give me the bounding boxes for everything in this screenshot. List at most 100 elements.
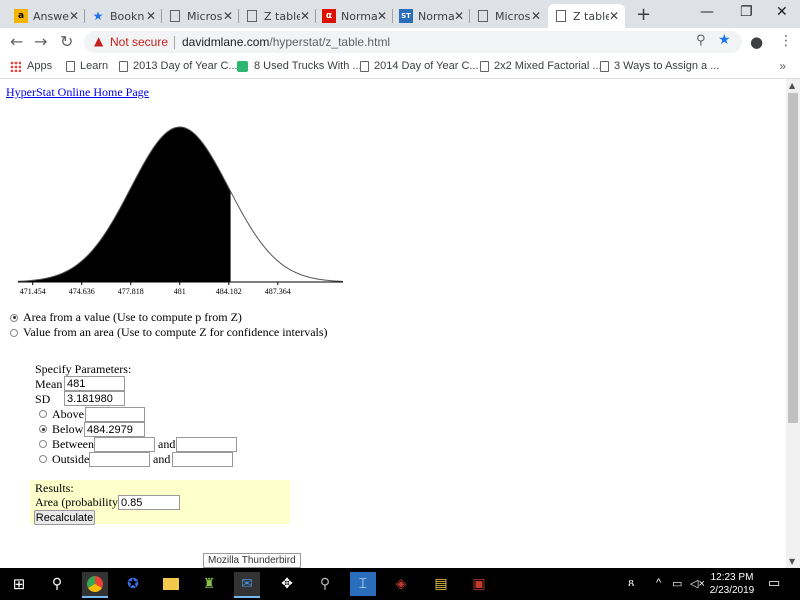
mode-area-from-value[interactable]: Area from a value (Use to compute p from… — [10, 310, 242, 325]
bookmark-label: 2x2 Mixed Factorial ... — [494, 60, 602, 72]
tab-z-table[interactable]: Z table ✕ — [239, 4, 316, 28]
thunderbird-icon[interactable]: ✉ — [234, 572, 260, 598]
sd-label: SD — [35, 392, 51, 406]
bookmark-2014-day[interactable]: 2014 Day of Year C... — [360, 60, 479, 72]
home-page-link[interactable]: HyperStat Online Home Page — [6, 85, 149, 100]
chrome-icon[interactable] — [82, 572, 108, 598]
sd-input[interactable]: 3.181980 — [64, 391, 125, 406]
radio-area-from-value[interactable] — [10, 313, 18, 322]
account-icon[interactable]: ● — [750, 33, 763, 51]
bookmark-learn[interactable]: Learn — [66, 60, 108, 72]
bookmark-3-ways[interactable]: 3 Ways to Assign a ... — [600, 60, 719, 72]
tooltip: Mozilla Thunderbird — [203, 553, 301, 568]
menu-icon[interactable]: ⋮ — [779, 33, 793, 49]
bookmarks-overflow-button[interactable]: » — [779, 59, 786, 73]
app-icon[interactable]: ⌶ — [350, 572, 376, 596]
radio-above[interactable] — [39, 410, 47, 418]
close-icon[interactable]: ✕ — [531, 9, 541, 23]
back-icon[interactable]: ← — [10, 32, 23, 51]
maximize-button[interactable]: ❐ — [740, 4, 753, 20]
scroll-thumb[interactable] — [788, 93, 798, 423]
app-icon[interactable]: ♜ — [196, 572, 222, 596]
radio-outside[interactable] — [39, 455, 47, 463]
area-output[interactable]: 0.85 — [118, 495, 180, 510]
app-icon[interactable]: ◈ — [388, 572, 414, 596]
bookmark-used-trucks[interactable]: 8 Used Trucks With ... — [237, 60, 362, 72]
tab-z-table-active[interactable]: Z table ✕ — [548, 4, 625, 28]
people-icon[interactable]: ጸ — [628, 577, 634, 590]
radio-value-from-area[interactable] — [10, 328, 18, 337]
address-bar[interactable]: ▲ Not secure davidmlane.com/hyperstat/z_… — [84, 31, 742, 53]
tab-label: Answe — [33, 9, 69, 23]
tab-label: Z table — [264, 9, 300, 23]
document-icon — [480, 60, 489, 72]
close-icon[interactable]: ✕ — [69, 9, 79, 23]
bookmark-2x2-mixed[interactable]: 2x2 Mixed Factorial ... — [480, 60, 602, 72]
magnifier-icon[interactable]: ⚲ — [312, 572, 338, 596]
close-icon[interactable]: ✕ — [377, 9, 387, 23]
tray-chevron-icon[interactable]: ^ — [656, 577, 661, 589]
between-low-input[interactable] — [94, 437, 155, 452]
bookmark-star-icon[interactable]: ★ — [718, 32, 731, 48]
bookmark-2013-day[interactable]: 2013 Day of Year C... — [119, 60, 238, 72]
close-icon[interactable]: ✕ — [300, 9, 310, 23]
search-icon[interactable]: ⚲ — [44, 572, 70, 596]
radio-between[interactable] — [39, 440, 47, 448]
tab-answers[interactable]: a Answe ✕ — [8, 4, 85, 28]
bookmark-apps[interactable]: Apps — [10, 60, 52, 72]
scroll-down-icon[interactable]: ▼ — [789, 557, 795, 566]
minimize-button[interactable]: — — [700, 4, 714, 20]
tab-microsoft-2[interactable]: Micros ✕ — [470, 4, 547, 28]
close-icon[interactable]: ✕ — [454, 9, 464, 23]
between-label: Between — [52, 437, 94, 451]
radio-below[interactable] — [39, 425, 47, 433]
outside-low-input[interactable] — [89, 452, 150, 467]
tab-normal-statology[interactable]: ST Norma ✕ — [393, 4, 470, 28]
close-icon[interactable]: ✕ — [223, 9, 233, 23]
notifications-icon[interactable]: ▭ — [768, 575, 780, 591]
mode-label: Value from an area (Use to compute Z for… — [23, 325, 328, 339]
between-high-input[interactable] — [176, 437, 237, 452]
app-icon[interactable]: ▤ — [428, 572, 454, 596]
battery-icon[interactable]: ▭ — [672, 577, 682, 590]
app-icon[interactable]: ✥ — [274, 572, 300, 596]
url-text[interactable]: davidmlane.com/hyperstat/z_table.html — [182, 35, 390, 49]
above-input[interactable] — [85, 407, 145, 422]
mode-value-from-area[interactable]: Value from an area (Use to compute Z for… — [10, 325, 328, 340]
bookmark-label: 3 Ways to Assign a ... — [614, 60, 720, 72]
recalculate-button[interactable]: Recalculate — [34, 510, 95, 525]
volume-icon[interactable]: ◁× — [690, 577, 705, 590]
reload-icon[interactable]: ↻ — [60, 32, 73, 51]
not-secure-label[interactable]: Not secure — [110, 35, 168, 49]
wolfram-alpha-icon: α — [322, 9, 336, 23]
curve-tick-label: 471.454 — [20, 287, 46, 296]
clock[interactable]: 12:23 PM 2/23/2019 — [708, 571, 756, 597]
tab-microsoft[interactable]: Micros ✕ — [162, 4, 239, 28]
mean-input[interactable]: 481 — [64, 376, 125, 391]
app-icon[interactable]: ▣ — [466, 572, 492, 596]
normal-curve-chart: 471.454 474.636 477.818 481 484.182 487.364 — [18, 126, 344, 296]
outside-high-input[interactable] — [172, 452, 233, 467]
below-input[interactable]: 484.2979 — [84, 422, 145, 437]
scroll-up-icon[interactable]: ▲ — [789, 81, 795, 90]
new-tab-button[interactable]: + — [636, 4, 651, 25]
search-icon[interactable]: ⚲ — [696, 33, 706, 48]
close-icon[interactable]: ✕ — [146, 9, 156, 23]
taskbar: ⊞ ⚲ ✪ ♜ ✉ ✥ ⚲ ⌶ ◈ ▤ ▣ ጸ ^ ▭ ◁× 12:23 PM … — [0, 568, 800, 600]
bookmark-label: Learn — [80, 60, 109, 72]
close-window-button[interactable]: ✕ — [776, 4, 788, 20]
curve-tick-label: 477.818 — [118, 287, 144, 296]
specify-parameters-label: Specify Parameters: — [35, 362, 132, 376]
curve-tick-label: 481 — [174, 287, 186, 296]
page-scrollbar[interactable]: ▲ ▼ — [786, 79, 800, 568]
tab-normal-wolfram[interactable]: α Norma ✕ — [316, 4, 393, 28]
close-icon[interactable]: ✕ — [609, 9, 619, 23]
document-icon — [245, 9, 259, 23]
tab-label: Z table — [573, 9, 609, 23]
file-explorer-icon[interactable] — [158, 572, 184, 596]
tab-bookmarks[interactable]: ★ Bookn ✕ — [85, 4, 162, 28]
answers-icon: a — [14, 9, 28, 23]
app-icon[interactable]: ✪ — [120, 572, 146, 596]
windows-start-icon[interactable]: ⊞ — [6, 572, 32, 596]
forward-icon[interactable]: → — [34, 32, 47, 51]
